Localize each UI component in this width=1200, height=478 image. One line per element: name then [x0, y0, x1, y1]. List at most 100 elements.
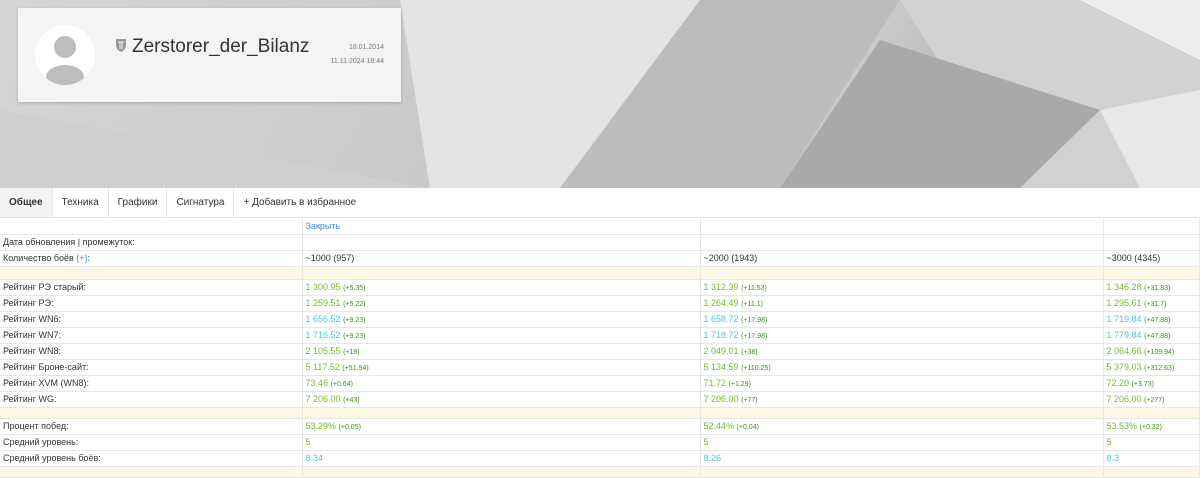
row-value-cell: 2 049.01 (+38) — [700, 343, 1104, 360]
table-row: Рейтинг XVM (WN8): 73.46 (+0.64) 71.72 (+1… — [0, 375, 1200, 392]
row-value-cell: 1 259.51 (+5.22) — [302, 295, 701, 312]
separator-row — [0, 266, 1200, 280]
tab-bar: Общее Техника Графики Сигнатура + Добави… — [0, 188, 1200, 218]
table-row: Рейтинг WN6: 1 656.52 (+9.23) 1 658.72 (+1… — [0, 311, 1200, 328]
delta: (+11.1) — [741, 301, 763, 308]
battles-value: ~1000 (957) — [302, 250, 701, 267]
row-value-cell: 1 779.84 (+47.88) — [1103, 327, 1200, 344]
row-value-cell: 52.44% (+0.04) — [700, 418, 1104, 435]
value: 1 719.84 — [1106, 314, 1142, 324]
row-label: Процент побед: — [0, 418, 303, 435]
value: 73.46 — [305, 378, 329, 388]
row-value-cell: 8.26 — [700, 450, 1104, 467]
row-value-cell: 5 117.52 (+51.94) — [302, 359, 701, 376]
tab-general[interactable]: Общее — [0, 188, 53, 217]
tab-signature[interactable]: Сигнатура — [167, 188, 235, 217]
value: 5 — [703, 437, 709, 447]
row-value-cell: 71.72 (+1.29) — [700, 375, 1104, 392]
table-row: Рейтинг WN8: 2 105.55 (+19) 2 049.01 (+38)… — [0, 343, 1200, 360]
delta: (+0.64) — [330, 381, 353, 388]
value: 1 264.49 — [703, 298, 739, 308]
delta: (+17.98) — [741, 317, 768, 324]
row-value-cell: 1 295.61 (+31.7) — [1103, 295, 1200, 312]
battles-label: Количество боёв (+): — [0, 250, 303, 267]
tab-vehicles[interactable]: Техника — [53, 188, 109, 217]
row-value-cell: 5 379.03 (+312.63) — [1103, 359, 1200, 376]
add-to-favorites-button[interactable]: + Добавить в избранное — [234, 188, 365, 217]
separator-row — [0, 407, 1200, 419]
row-label: Рейтинг WG: — [0, 391, 303, 408]
value: 1 656.52 — [305, 314, 341, 324]
value: 52.44% — [703, 421, 735, 431]
delta: (+51.94) — [342, 365, 369, 372]
value: 1 716.52 — [305, 330, 341, 340]
row-value-cell: 1 346.28 (+31.83) — [1103, 279, 1200, 296]
delta: (+1.29) — [728, 381, 751, 388]
row-value-cell: 73.46 (+0.64) — [302, 375, 701, 392]
value: 7 206.00 — [1106, 394, 1142, 404]
value: 8.34 — [305, 453, 324, 463]
delta: (+5.22) — [343, 301, 366, 308]
value: 53.53% — [1106, 421, 1138, 431]
registration-date: 18.01.2014 — [348, 44, 384, 51]
delta: (+277) — [1144, 397, 1165, 404]
delta: (+38) — [741, 349, 758, 356]
delta: (+109.94) — [1144, 349, 1175, 356]
table-row: Процент побед: 53.29% (+0.05) 52.44% (+0.0… — [0, 418, 1200, 435]
value: 7 206.00 — [703, 394, 739, 404]
add-interval-link[interactable]: (+) — [76, 253, 87, 263]
row-value-cell: 1 658.72 (+17.98) — [700, 311, 1104, 328]
delta: (+17.98) — [741, 333, 768, 340]
battles-value: ~3000 (4345) — [1103, 250, 1200, 267]
value: 53.29% — [305, 421, 337, 431]
table-row: Рейтинг РЭ старый: 1 300.95 (+5.35) 1 312.… — [0, 279, 1200, 296]
row-label: Рейтинг WN6: — [0, 311, 303, 328]
row-value-cell: 5 — [700, 434, 1104, 451]
delta: (+3.73) — [1131, 381, 1154, 388]
row-value-cell: 1 719.84 (+47.88) — [1103, 311, 1200, 328]
value: 71.72 — [703, 378, 727, 388]
last-update-date: 11.11.2024 18:44 — [330, 58, 384, 65]
value: 8.26 — [703, 453, 722, 463]
row-label: Рейтинг РЭ старый: — [0, 279, 303, 296]
player-name: Zerstorer_der_Bilanz — [132, 36, 310, 57]
tab-charts[interactable]: Графики — [109, 188, 168, 217]
close-link[interactable]: Закрыть — [306, 221, 341, 231]
delta: (+312.63) — [1144, 365, 1175, 372]
table-row: Средний уровень: 5 5 5 — [0, 434, 1200, 451]
table-row: Рейтинг WN7: 1 716.52 (+9.23) 1 718.72 (+1… — [0, 327, 1200, 344]
row-value-cell: 7 206.00 (+77) — [700, 391, 1104, 408]
value: 1 346.28 — [1106, 282, 1142, 292]
wot-shield-icon — [115, 36, 127, 58]
table-row: Средний уровень боёв: 8.34 8.26 8.3 — [0, 450, 1200, 467]
row-value-cell: 8.34 — [302, 450, 701, 467]
row-value-cell: 5 134.59 (+110.25) — [700, 359, 1104, 376]
update-label: Дата обновления | промежуток: — [0, 234, 303, 251]
table-row: Рейтинг WG: 7 206.00 (+43) 7 206.00 (+77) 7… — [0, 391, 1200, 408]
delta: (+31.7) — [1144, 301, 1167, 308]
row-label: Рейтинг Броне-сайт: — [0, 359, 303, 376]
delta: (+9.23) — [343, 317, 366, 324]
row-value-cell: 8.3 — [1103, 450, 1200, 467]
table-row: Рейтинг РЭ: 1 259.51 (+5.22) 1 264.49 (+11… — [0, 295, 1200, 312]
value: 1 658.72 — [703, 314, 739, 324]
avatar — [35, 25, 95, 85]
row-value-cell: 1 264.49 (+11.1) — [700, 295, 1104, 312]
delta: (+110.25) — [741, 365, 771, 372]
value: 1 295.61 — [1106, 298, 1142, 308]
row-value-cell: 53.53% (+0.32) — [1103, 418, 1200, 435]
value: 5 — [305, 437, 311, 447]
delta: (+43) — [343, 397, 360, 404]
value: 72.20 — [1106, 378, 1130, 388]
row-value-cell: 53.29% (+0.05) — [302, 418, 701, 435]
value: 2 105.55 — [305, 346, 341, 356]
value: 1 312.39 — [703, 282, 739, 292]
row-value-cell: 5 — [1103, 434, 1200, 451]
row-label: Рейтинг РЭ: — [0, 295, 303, 312]
row-label: Рейтинг XVM (WN8): — [0, 375, 303, 392]
stats-table: Закрыть Дата обновления | промежуток: Ко… — [0, 218, 1200, 478]
delta: (+47.88) — [1144, 333, 1171, 340]
row-value-cell: 72.20 (+3.73) — [1103, 375, 1200, 392]
battles-value: ~2000 (1943) — [700, 250, 1104, 267]
delta: (+0.05) — [338, 424, 361, 431]
